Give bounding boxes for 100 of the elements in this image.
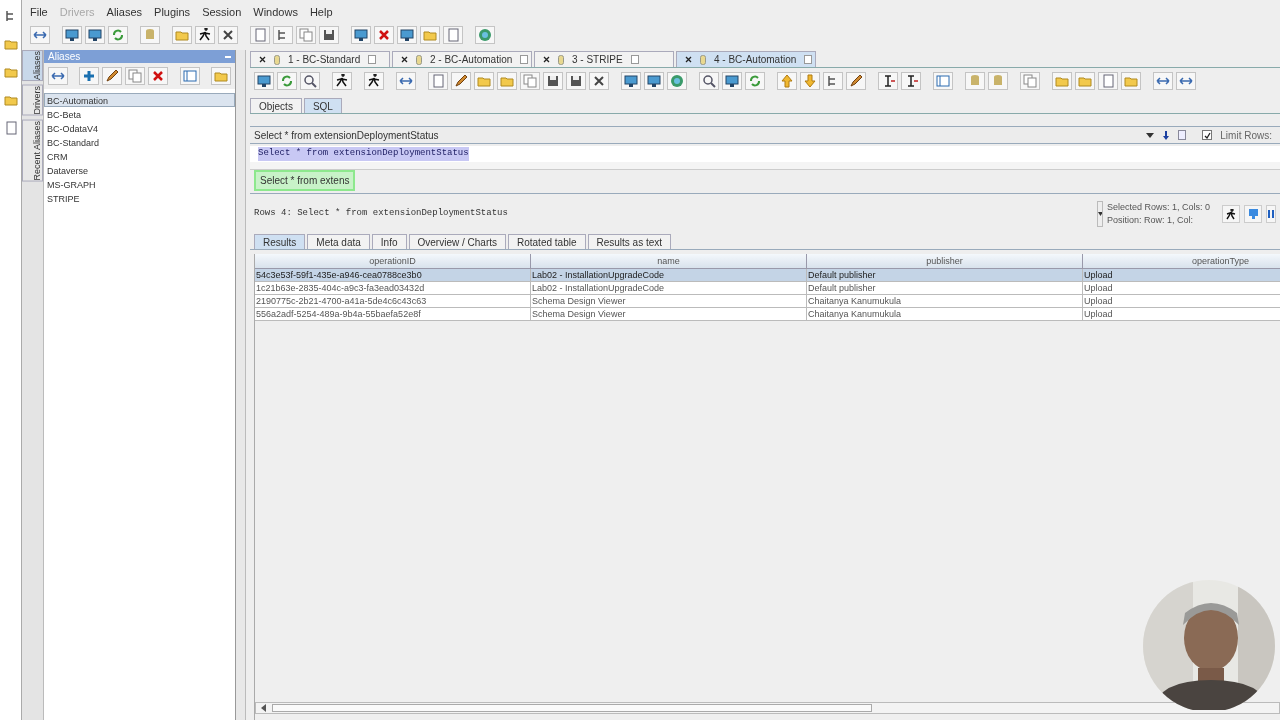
horizontal-scrollbar[interactable] [255,702,1280,714]
monitor-icon[interactable] [254,72,274,90]
scrollbar-thumb[interactable] [272,704,872,712]
running-man-icon[interactable] [364,72,384,90]
pencil-icon[interactable] [451,72,471,90]
database-icon [700,54,706,65]
database-icon [416,54,422,65]
columns-icon[interactable] [1266,205,1276,223]
panel-title: Aliases [48,50,81,64]
window-icon[interactable] [933,72,953,90]
table-cell: Chaitanya Kanumukula [807,308,1083,321]
running-man-icon[interactable] [1222,205,1240,223]
session-tab-label: 1 - BC-Standard [288,53,361,67]
monitor-icon[interactable] [621,72,641,90]
arrows-icon[interactable] [1176,72,1196,90]
monitor-icon[interactable] [644,72,664,90]
arrows-icon[interactable] [30,26,50,44]
table-cell: 556a2adf-5254-489a-9b4a-55baefa52e8f [255,308,531,321]
scroll-left-icon[interactable] [260,704,268,712]
alias-item[interactable]: BC-Standard [44,135,235,149]
menu-item[interactable]: Plugins [154,3,191,21]
pencil-icon[interactable] [846,72,866,90]
running-man-icon[interactable] [332,72,352,90]
globe-icon[interactable] [475,26,495,44]
text-cursor-icon[interactable] [878,72,898,90]
sql-history-dropdown[interactable]: Select * from extensionDeploymentStatus [250,127,1143,143]
alias-item[interactable]: CRM [44,149,235,163]
session-tab-label: 4 - BC-Automation [714,53,797,67]
sql-editor-text[interactable]: Select * from extensionDeploymentStatus [258,147,469,161]
tab[interactable]: Objects [250,98,302,113]
table-cell: Schema Design Viewer [531,308,807,321]
side-tab[interactable]: Aliases [22,50,43,81]
alias-item[interactable]: MS-GRAPH [44,177,235,191]
window-icon[interactable] [179,67,200,85]
column-header[interactable]: name [531,254,807,269]
delete-icon[interactable] [589,72,609,90]
dropdown-caret-icon[interactable] [1096,201,1103,227]
rows-summary: Rows 4: Select * from extensionDeploymentStatus [254,207,508,221]
database-icon [558,54,564,65]
session-tab[interactable]: 4 - BC-Automation [676,51,816,67]
session-tab-label: 2 - BC-Automation [430,53,513,67]
delete-icon[interactable] [374,26,394,44]
arrows-icon[interactable] [396,72,416,90]
tab[interactable]: Rotated table [508,234,586,249]
monitor-icon[interactable] [351,26,371,44]
tab[interactable]: Results as text [587,234,672,249]
menu-item[interactable]: Windows [253,3,298,21]
alias-item[interactable]: STRIPE [44,191,235,205]
database-icon [274,54,280,65]
page-icon [520,55,529,64]
column-header[interactable]: publisher [807,254,1083,269]
tree-icon[interactable] [273,26,293,44]
pencil-icon[interactable] [102,67,123,85]
tree-icon[interactable] [823,72,843,90]
delete-icon[interactable] [218,26,238,44]
monitor-icon[interactable] [85,26,105,44]
session-tab[interactable]: 1 - BC-Standard [250,51,390,67]
search-icon[interactable] [300,72,320,90]
arrows-icon[interactable] [1153,72,1173,90]
tab[interactable]: SQL [303,98,342,113]
running-man-icon[interactable] [195,26,215,44]
tab[interactable]: Overview / Charts [408,234,506,249]
selection-info: Selected Rows: 1, Cols: 0 [1106,200,1210,214]
close-icon[interactable] [259,56,266,63]
close-icon[interactable] [401,56,408,63]
tab[interactable]: Meta data [307,234,370,249]
text-cursor-icon[interactable] [901,72,921,90]
side-tab[interactable]: Drivers [22,85,43,116]
session-tab[interactable]: 3 - STRIPE [534,51,674,67]
page-icon [368,55,377,64]
limit-rows-checkbox[interactable] [1202,130,1213,140]
monitor-icon[interactable] [62,26,82,44]
menu-item[interactable]: File [30,3,48,21]
alias-item[interactable]: BC-OdataV4 [44,121,235,135]
close-icon[interactable] [543,56,550,63]
delete-icon[interactable] [148,67,169,85]
side-tab[interactable]: Recent Aliases [22,119,43,182]
add-icon[interactable] [79,67,100,85]
arrows-icon[interactable] [48,67,68,85]
session-tab[interactable]: 2 - BC-Automation [392,51,532,67]
tab[interactable]: Results [254,234,306,249]
result-tab[interactable]: Select * from extens [254,170,356,191]
menu-item[interactable]: Aliases [106,3,143,21]
tab[interactable]: Info [371,234,407,249]
search-icon[interactable] [699,72,719,90]
minimize-icon[interactable] [225,55,231,58]
alias-item[interactable]: BC-Beta [44,107,235,121]
monitor-icon[interactable] [397,26,417,44]
table-cell: Upload [1083,308,1280,321]
monitor-icon[interactable] [722,72,742,90]
alias-item[interactable]: Dataverse [44,163,235,177]
menu-item[interactable]: Session [202,3,242,21]
page-icon [804,55,813,64]
arrow-up-icon[interactable] [777,72,797,90]
column-header[interactable]: operationID [255,254,531,269]
alias-item[interactable]: BC-Automation [44,93,235,107]
menu-item[interactable]: Help [309,3,333,21]
column-header[interactable]: operationType [1083,254,1280,269]
close-icon[interactable] [685,56,692,63]
page-icon [630,55,639,64]
